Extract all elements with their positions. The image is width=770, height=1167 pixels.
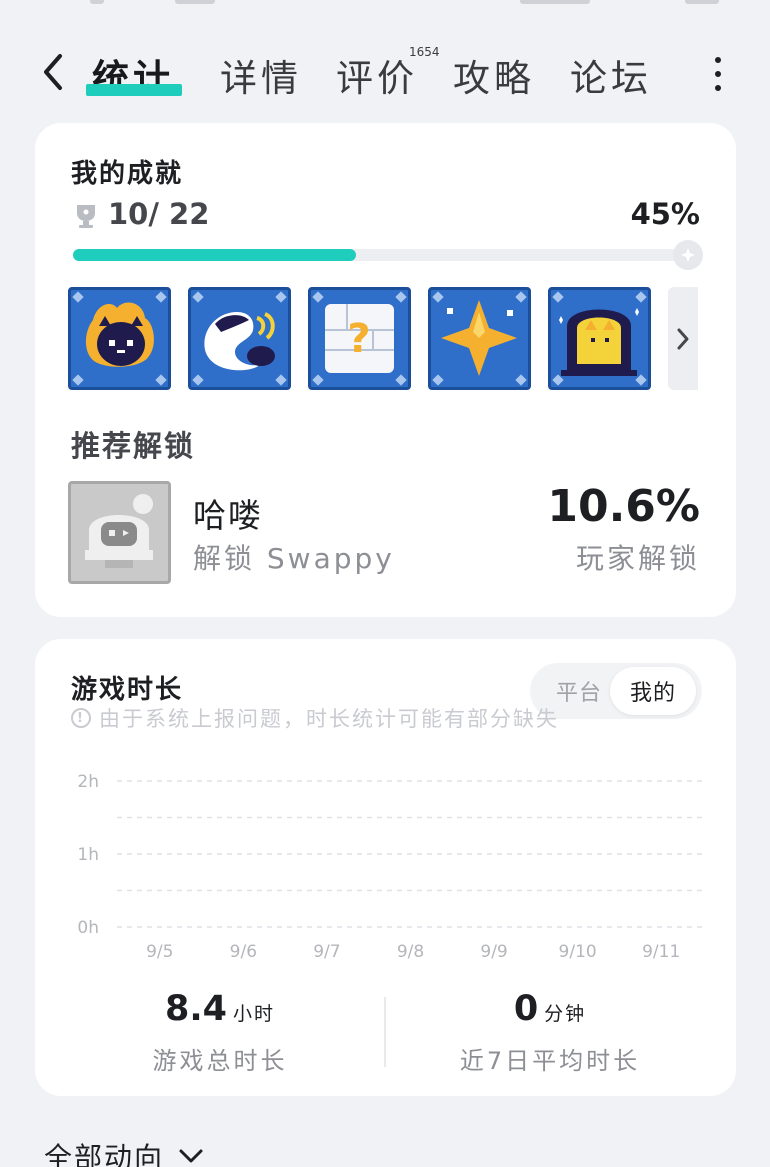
avg-playtime-label: 近7日平均时长: [459, 1047, 641, 1075]
question-block-icon[interactable]: ?: [308, 287, 411, 390]
x-tick-label: 9/8: [397, 942, 424, 962]
cat-fire-icon[interactable]: [68, 287, 171, 390]
all-activity-label: 全部动向: [44, 1141, 165, 1167]
total-playtime-value: 8.4: [164, 989, 227, 1029]
recommend-title: 推荐解锁: [71, 429, 196, 463]
recommend-rate: 10.6%: [547, 481, 700, 532]
achievements-count: 10/ 22: [108, 197, 210, 231]
x-tick-label: 9/7: [313, 942, 340, 962]
robot-achievement-icon[interactable]: [68, 481, 171, 584]
achievement-tiles: ?: [68, 287, 708, 390]
star-sparkle-icon[interactable]: [428, 287, 531, 390]
x-tick-label: 9/5: [146, 942, 173, 962]
playtime-card: 游戏时长 平台 我的 ! 由于系统上报问题，时长统计可能有部分缺失 0h 1h 2h…: [35, 639, 736, 1096]
cat-portal-icon[interactable]: [548, 287, 651, 390]
tab-reviews[interactable]: 评价: [336, 48, 418, 102]
playtime-notice: ! 由于系统上报问题，时长统计可能有部分缺失: [71, 703, 559, 733]
progress-goal-icon: [673, 240, 703, 270]
progress-fill: [73, 249, 356, 261]
y-tick-label: 2h: [77, 772, 99, 792]
reviews-count-badge: 1654: [409, 45, 440, 59]
y-tick-label: 1h: [77, 845, 99, 865]
avg-playtime-stat: 0 分钟 近7日平均时长: [380, 989, 720, 1076]
x-tick-label: 9/11: [642, 942, 680, 962]
total-playtime-stat: 8.4 小时 游戏总时长: [50, 989, 390, 1076]
achievements-card: 我的成就 10/ 22 45% ? 推荐解锁 哈喽 解锁 Swappy 10.6…: [35, 123, 736, 617]
back-icon[interactable]: [36, 50, 70, 94]
total-playtime-unit: 小时: [233, 1003, 276, 1025]
y-tick-label: 0h: [77, 918, 99, 938]
all-activity-dropdown[interactable]: 全部动向: [44, 1136, 204, 1167]
x-tick-label: 9/9: [480, 942, 507, 962]
cat-sleep-icon[interactable]: [188, 287, 291, 390]
recommend-rate-label: 玩家解锁: [575, 542, 700, 575]
recommend-desc: 解锁 Swappy: [193, 542, 395, 575]
x-tick-label: 9/6: [230, 942, 257, 962]
svg-text:?: ?: [347, 316, 370, 362]
status-bar: [0, 0, 770, 12]
recommend-name: 哈喽: [193, 496, 263, 535]
playtime-chart: 0h 1h 2h 9/5 9/6 9/7 9/8 9/9 9/10 9/11: [77, 772, 702, 962]
tab-guides[interactable]: 攻略: [453, 48, 535, 102]
achievements-percent: 45%: [630, 197, 700, 231]
chevron-down-icon: [179, 1149, 203, 1163]
chevron-right-icon[interactable]: [668, 287, 698, 390]
tab-details[interactable]: 详情: [220, 48, 302, 102]
trophy-icon: [77, 205, 95, 228]
active-tab-indicator: [86, 84, 182, 96]
achievements-progress-bar: [73, 240, 703, 270]
avg-playtime-unit: 分钟: [544, 1003, 587, 1025]
top-nav: 统计 详情 评价 1654 攻略 论坛: [0, 40, 770, 110]
info-icon: !: [71, 708, 91, 728]
toggle-mine[interactable]: 我的: [610, 667, 696, 715]
total-playtime-label: 游戏总时长: [152, 1047, 288, 1075]
x-tick-label: 9/10: [559, 942, 597, 962]
more-icon[interactable]: [706, 54, 730, 94]
achievements-title: 我的成就: [71, 159, 184, 189]
playtime-title: 游戏时长: [71, 675, 184, 705]
tab-forum[interactable]: 论坛: [570, 48, 652, 102]
notice-text: 由于系统上报问题，时长统计可能有部分缺失: [99, 707, 559, 731]
avg-playtime-value: 0: [513, 989, 539, 1029]
